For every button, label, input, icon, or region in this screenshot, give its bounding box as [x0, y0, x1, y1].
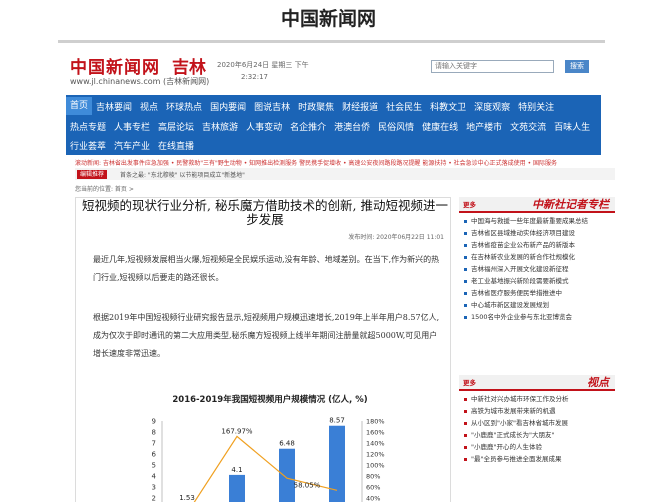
y-right-tick-label: 60%	[366, 484, 380, 492]
header-divider	[58, 40, 605, 43]
nav-item[interactable]: 港澳台侨	[330, 120, 374, 133]
bar-value-label: 4.1	[231, 466, 242, 474]
nav-item[interactable]: 民俗风情	[374, 120, 418, 133]
sidebar-list-item[interactable]: 从小区到"小家"看吉林省城市发展	[461, 419, 615, 428]
chart-bar	[279, 448, 295, 502]
nav-row: 行业荟萃 汽车产业 在线直播	[66, 135, 601, 155]
y-left-tick-label: 6	[152, 451, 157, 459]
article-paragraph: 最近几年,短视频发展相当火爆,短视频是全民娱乐运动,没有年龄、地域差别。在当下,…	[93, 255, 440, 282]
nav-item[interactable]: 人事变动	[242, 120, 286, 133]
sidebar-list-item[interactable]: 1500名中外企业参与东北亚博览会	[461, 313, 615, 322]
more-link[interactable]: 更多	[463, 199, 476, 209]
growth-line	[193, 435, 338, 502]
notice-tag: 编辑推荐	[77, 170, 108, 179]
nav-item[interactable]: 社会民生	[382, 100, 426, 113]
nav-item[interactable]: 科教文卫	[426, 100, 470, 113]
y-right-tick-label: 100%	[366, 462, 385, 470]
article-title: 短视频的现状行业分析, 秘乐魔方借助技术的创新, 推动短视频进一步发展	[82, 198, 448, 227]
y-left-tick-label: 8	[152, 429, 156, 437]
breadcrumb: 您当前的位置: 首页 >	[75, 186, 134, 193]
sidebar-list-item[interactable]: "小鹿鹿"正式成长为"大朋友"	[461, 431, 615, 440]
site-title: 中国新闻网	[280, 8, 376, 30]
nav-item[interactable]: 高层论坛	[154, 120, 198, 133]
sidebar-header-viewpoint: 更多 视点	[459, 375, 615, 391]
site-url: www.jl.chinanews.com (吉林新闻网)	[70, 77, 210, 86]
nav-item[interactable]: 在线直播	[154, 139, 198, 152]
nav-item[interactable]: 地产楼市	[462, 120, 506, 133]
nav-item[interactable]: 时政聚焦	[294, 100, 338, 113]
nav-row: 热点专题 人事专栏 高层论坛 吉林旅游 人事变动 名企推介 港澳台侨 民俗风情 健康在线 地产楼市…	[66, 116, 601, 136]
sidebar-list-item[interactable]: 吉林省区县域推动实体经济项目建设	[461, 229, 615, 238]
chart-bar	[229, 474, 245, 502]
y-left-tick-label: 5	[152, 462, 156, 470]
sidebar-list-item[interactable]: 吉林省医疗服务便民举措推进中	[461, 289, 615, 298]
bar-chart: 987654321180%160%140%120%100%80%60%40%20…	[152, 417, 385, 502]
nav-item[interactable]: 财经报道	[338, 100, 382, 113]
y-right-tick-label: 80%	[366, 473, 380, 481]
nav-row: 首页 吉林要闻 视点 环球热点 国内要闻 图说吉林 时政聚焦 财经报道 社会民生 科教文卫 深度观察…	[66, 96, 601, 116]
bar-value-label: 8.57	[329, 417, 345, 425]
nav-item[interactable]: 名企推介	[286, 120, 330, 133]
sidebar-list-item[interactable]: 在吉林新农业发展的新合作社规模化	[461, 253, 615, 262]
article-paragraph: 根据2019年中国短视频行业研究报告显示,短视频用户规模迅速增长,2019年上半…	[93, 313, 440, 358]
bar-value-label: 6.48	[279, 440, 295, 448]
sidebar-list-item[interactable]: 高铁为城市发展带来新的机遇	[461, 407, 615, 416]
site-logo-region[interactable]: 吉林	[172, 53, 206, 78]
nav-item[interactable]: 文苑交流	[506, 120, 550, 133]
nav-item[interactable]: 环球热点	[162, 100, 206, 113]
sidebar-list-item[interactable]: 中新社对兴办城市环保工作及分析	[461, 395, 615, 404]
nav-item[interactable]: 首页	[66, 97, 93, 115]
nav-item[interactable]: 吉林旅游	[198, 120, 242, 133]
nav-item[interactable]: 健康在线	[418, 120, 462, 133]
y-right-tick-label: 120%	[366, 451, 385, 459]
chart-title: 2016-2019年我国短视频用户规模情况 (亿人, %)	[172, 395, 368, 405]
growth-rate-label: 58.05%	[294, 481, 321, 489]
nav-item[interactable]: 百味人生	[550, 120, 594, 133]
nav-item[interactable]: 视点	[136, 100, 162, 113]
y-right-tick-label: 140%	[366, 440, 385, 448]
nav-item[interactable]: 特别关注	[514, 100, 558, 113]
y-left-tick-label: 3	[152, 484, 156, 492]
y-left-tick-label: 7	[152, 440, 156, 448]
nav-item[interactable]: 深度观察	[470, 100, 514, 113]
y-left-tick-label: 2	[152, 495, 156, 502]
bar-value-label: 1.53	[179, 494, 195, 502]
y-left-tick-label: 9	[152, 418, 156, 426]
sidebar-list-item[interactable]: "最"全员参与推进全面发展成果	[461, 455, 615, 464]
nav-item[interactable]: 行业荟萃	[66, 139, 110, 152]
nav-item[interactable]: 热点专题	[66, 120, 110, 133]
sidebar-list-item[interactable]: "小鹿鹿"开心的人生体验	[461, 443, 615, 452]
sidebar-list-item[interactable]: 吉林省疫苗企业公布新产品的新版本	[461, 241, 615, 250]
nav-item[interactable]: 吉林要闻	[92, 100, 136, 113]
notice-text[interactable]: 首条之最: "东北穆棱" 以节能项目成立"新基地"	[120, 170, 245, 179]
sidebar-section-title: 视点	[587, 376, 609, 389]
news-ticker[interactable]: 滚动新闻: 吉林省出发事件应急加强 • 民警救助"三有"野生动物 • 知网推出检…	[75, 158, 615, 167]
sidebar-section-title: 中新社记者专栏	[532, 198, 609, 211]
sidebar-list: 中国海与救援一些年度最新重要成果总结 吉林省区县域推动实体经济项目建设 吉林省疫苗企…	[461, 217, 615, 325]
nav-item[interactable]: 图说吉林	[250, 100, 294, 113]
search-button[interactable]: 搜索	[565, 60, 589, 73]
more-link[interactable]: 更多	[463, 377, 476, 387]
y-right-tick-label: 40%	[366, 495, 380, 502]
y-right-tick-label: 180%	[366, 418, 385, 426]
sidebar-header-reporters: 更多 中新社记者专栏	[459, 197, 615, 213]
search-input[interactable]	[431, 60, 554, 73]
sidebar-list: 中新社对兴办城市环保工作及分析 高铁为城市发展带来新的机遇 从小区到"小家"看吉林省…	[461, 395, 615, 467]
y-left-tick-label: 4	[152, 473, 157, 481]
sidebar-list-item[interactable]: 吉林福州深入开展文化建设新征程	[461, 265, 615, 274]
main-nav: 首页 吉林要闻 视点 环球热点 国内要闻 图说吉林 时政聚焦 财经报道 社会民生 科教文卫 深度观察…	[66, 95, 601, 155]
sidebar-list-item[interactable]: 中心城市新区建设发展规划	[461, 301, 615, 310]
sidebar-list-item[interactable]: 老工业基地振兴新阶段需要新模式	[461, 277, 615, 286]
growth-rate-label: 167.97%	[221, 427, 252, 435]
nav-item[interactable]: 汽车产业	[110, 139, 154, 152]
publish-time: 发布时间: 2020年06月22日 11:01	[348, 234, 444, 241]
nav-item[interactable]: 国内要闻	[206, 100, 250, 113]
y-right-tick-label: 160%	[366, 429, 385, 437]
time-text: 2:32:17	[241, 73, 268, 81]
date-text: 2020年6月24日 星期三 下午	[217, 61, 309, 69]
nav-item[interactable]: 人事专栏	[110, 120, 154, 133]
site-logo[interactable]: 中国新闻网	[70, 53, 160, 78]
sidebar-list-item[interactable]: 中国海与救援一些年度最新重要成果总结	[461, 217, 615, 226]
chart-bar	[329, 425, 345, 502]
